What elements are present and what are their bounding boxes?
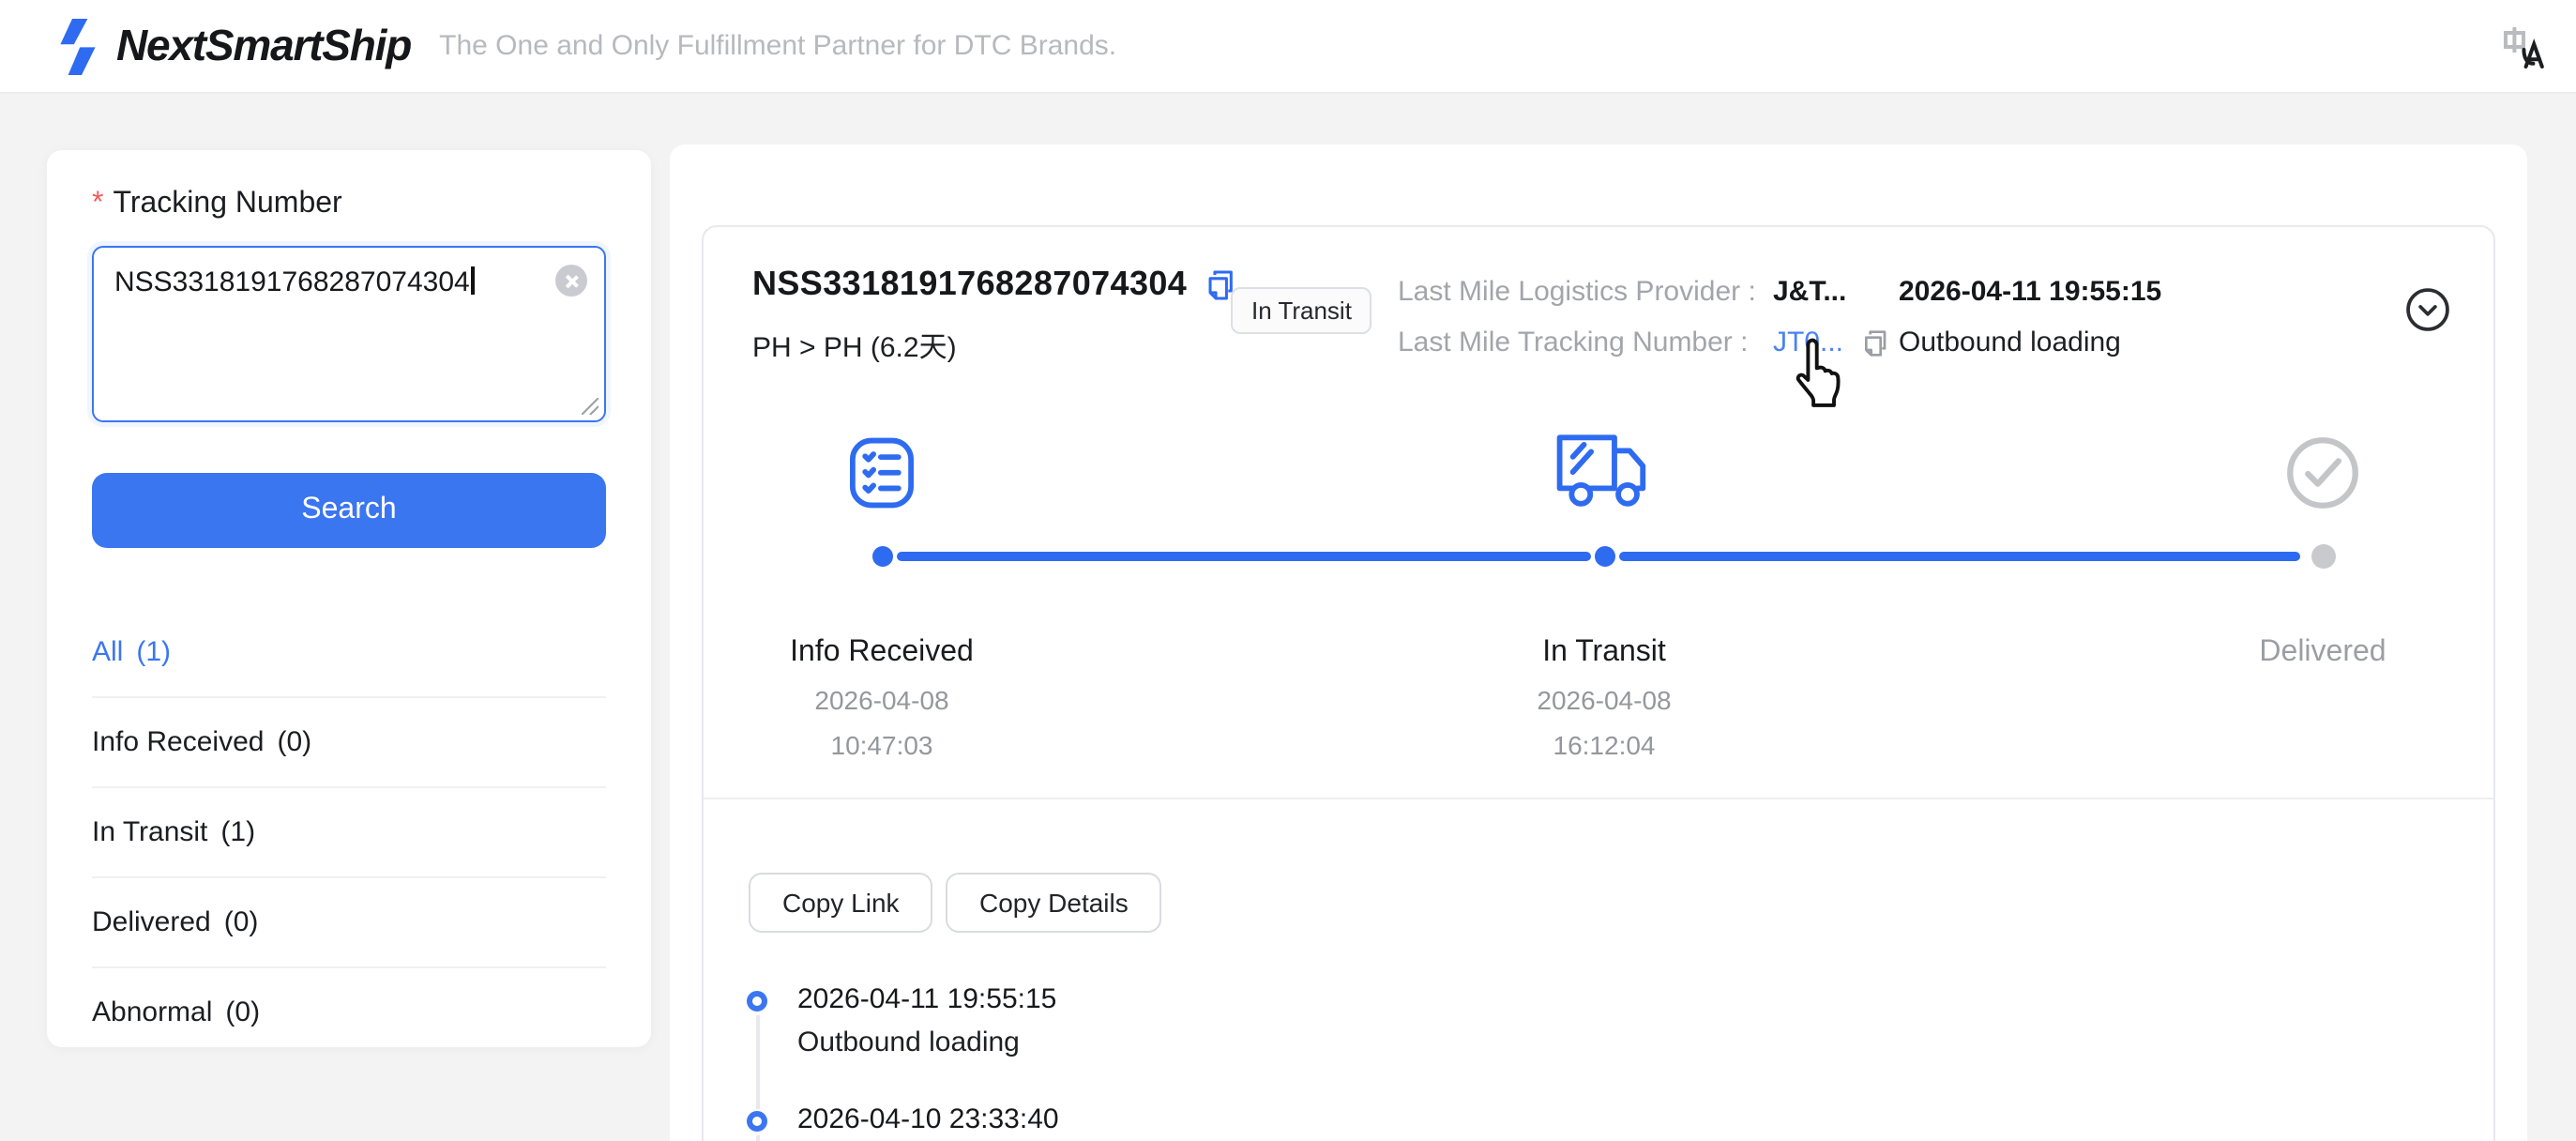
tracking-number-input-value: NSS3318191768287074304 [114,266,470,298]
last-mile-provider-value: J&T... [1773,276,1847,308]
text-caret [471,266,475,295]
last-mile-provider-label: Last Mile Logistics Provider : [1398,276,1756,308]
progress-line-segment [1619,552,2300,560]
stage-time: 10:47:03 [830,730,933,760]
timeline-dot [747,1111,767,1132]
order-list-icon [850,437,914,509]
lightning-bolt-icon [60,18,96,74]
translate-icon [2504,27,2544,68]
filter-count: (0) [225,996,261,1028]
filter-info-received[interactable]: Info Received (0) [92,698,606,788]
stage-date: 2026-04-08 [1537,685,1672,715]
latest-event-time: 2026-04-11 19:55:15 [1899,276,2162,308]
shipment-route: PH > PH (6.2天) [752,332,957,364]
event-desc: Outbound loading [797,1027,1020,1058]
filter-abnormal[interactable]: Abnormal (0) [92,968,606,1057]
resize-handle-icon[interactable] [582,398,599,415]
timeline-dot [747,991,767,1012]
check-circle-icon [2287,437,2358,509]
shipment-tracking-number: NSS3318191768287074304 [752,265,1188,302]
page: NextSmartShip The One and Only Fulfillme… [0,0,2576,1141]
stage-in-transit: In Transit 2026-04-08 16:12:04 [1417,636,1792,760]
filter-count: (1) [220,816,256,848]
required-asterisk: * [92,188,104,220]
latest-event: 2026-04-11 19:55:15 Outbound loading [1899,266,2161,368]
progress-line-segment [897,552,1591,560]
timeline-connector [755,1135,759,1141]
stage-delivered: Delivered [2259,636,2387,668]
shipment-card: NSS3318191768287074304 PH > PH (6.2天) In… [702,225,2495,1141]
tracking-number-input[interactable]: NSS3318191768287074304 [92,246,606,422]
last-mile-tracking-link[interactable]: JT0... [1773,327,1843,358]
stage-date: 2026-04-08 [814,685,949,715]
brand-name: NextSmartShip [116,21,412,69]
stage-time: 16:12:04 [1553,730,1656,760]
stage-info-received: Info Received 2026-04-08 10:47:03 [694,636,1069,760]
copy-link-button[interactable]: Copy Link [749,873,933,933]
chevron-down-circle-icon [2406,288,2449,331]
progress-dot-delivered [2311,544,2335,569]
event-time: 2026-04-10 23:33:40 [797,1103,1059,1135]
event-time: 2026-04-11 19:55:15 [797,983,1057,1015]
search-panel: * Tracking Number NSS3318191768287074304 … [47,150,651,1047]
filter-count: (0) [223,906,259,938]
filter-delivered[interactable]: Delivered (0) [92,878,606,968]
filter-in-transit[interactable]: In Transit (1) [92,788,606,878]
brand-logo[interactable]: NextSmartShip [56,18,412,74]
shipment-header: NSS3318191768287074304 [752,265,1235,304]
card-divider [704,798,2493,799]
search-button[interactable]: Search [92,473,606,548]
progress-dot-in-transit [1594,546,1614,567]
status-badge: In Transit [1231,287,1372,334]
last-mile-tracking-label: Last Mile Tracking Number : [1398,327,1749,358]
filter-count: (1) [136,636,172,668]
timeline-connector [755,1015,759,1109]
progress-dot-info-received [871,546,892,567]
status-filter-list: All (1) Info Received (0) In Transit (1)… [92,608,606,1057]
filter-all[interactable]: All (1) [92,608,606,698]
clear-input-icon[interactable] [555,265,587,297]
copy-last-mile-number-icon[interactable] [1860,327,1888,358]
language-switch-button[interactable] [2501,24,2546,69]
last-mile-info: Last Mile Logistics Provider : J&T... La… [1398,266,1888,368]
app-header: NextSmartShip The One and Only Fulfillme… [0,0,2576,94]
latest-event-desc: Outbound loading [1899,327,2121,358]
copy-details-button[interactable]: Copy Details [946,873,1162,933]
tracking-number-label: * Tracking Number [92,188,342,220]
filter-count: (0) [277,726,312,758]
expand-card-button[interactable] [2405,287,2450,332]
truck-icon [1556,434,1646,507]
brand-tagline: The One and Only Fulfillment Partner for… [439,30,1117,62]
